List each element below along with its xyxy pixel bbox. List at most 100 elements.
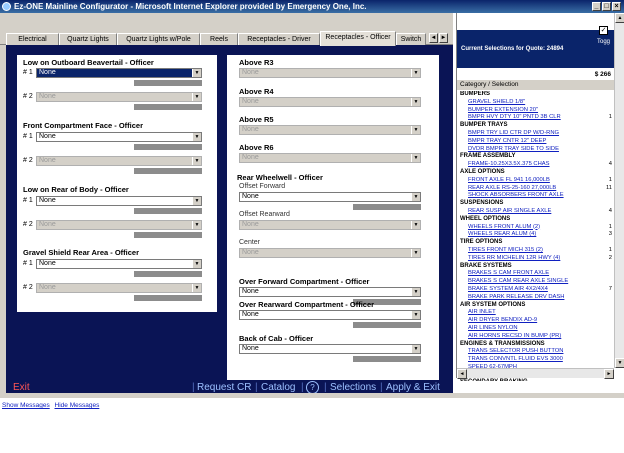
scroll-left-icon[interactable]: ◄ bbox=[457, 369, 467, 379]
select-s2-1[interactable]: None ▼ bbox=[36, 132, 202, 142]
tab-scroll-left-icon[interactable]: ◄ bbox=[429, 33, 438, 43]
price-bar bbox=[134, 144, 202, 150]
price-bar bbox=[353, 322, 421, 328]
close-icon[interactable]: × bbox=[612, 2, 621, 11]
tab-electrical[interactable]: Electrical bbox=[6, 33, 59, 45]
selection-item[interactable]: BRAKE SYSTEM AIR 4X2/4X4 7 bbox=[457, 286, 614, 294]
selection-item[interactable]: AIR INLET bbox=[457, 309, 614, 317]
tab-quartz-lights[interactable]: Quartz Lights bbox=[59, 33, 117, 45]
chevron-down-icon: ▼ bbox=[192, 284, 201, 292]
selection-item[interactable]: TRANS SELECTOR PUSH BUTTON bbox=[457, 348, 614, 356]
category-header: BRAKE SYSTEMS bbox=[460, 262, 512, 269]
select-over-forward[interactable]: None ▼ bbox=[239, 287, 421, 297]
selection-label: REAR SUSP AIR SINGLE AXLE bbox=[468, 207, 552, 214]
selection-item[interactable]: REAR AXLE RS-25-160 27,000LB 11 bbox=[457, 185, 614, 193]
price-bar bbox=[134, 295, 202, 301]
tab-scroll-right-icon[interactable]: ► bbox=[439, 33, 448, 43]
selection-item[interactable]: GRAVEL SHIELD 1/8" bbox=[457, 99, 614, 107]
select-value: None bbox=[242, 193, 259, 200]
chevron-down-icon: ▼ bbox=[411, 311, 420, 319]
select-value: None bbox=[39, 221, 56, 228]
selection-item[interactable]: TIRES RR MICHELIN 12R HWY (4) 2 bbox=[457, 255, 614, 263]
select-center[interactable]: None ▼ bbox=[239, 248, 421, 258]
selection-item[interactable]: BUMPER EXTENSION 20" bbox=[457, 107, 614, 115]
select-value: None bbox=[242, 154, 259, 161]
selection-qty: 2 bbox=[608, 254, 612, 261]
chevron-down-icon: ▼ bbox=[192, 93, 201, 101]
chevron-down-icon: ▼ bbox=[192, 260, 201, 268]
selection-item[interactable]: FRAME-10.25X3.5X.375 CHAS 4 bbox=[457, 161, 614, 169]
hide-messages-link[interactable]: Hide Messages bbox=[55, 402, 100, 409]
select-above-r6[interactable]: None ▼ bbox=[239, 153, 421, 163]
selection-item[interactable]: BMPR HVY DTY 10" PNTD 3B CLR 1 bbox=[457, 114, 614, 122]
select-s1-2[interactable]: None ▼ bbox=[36, 92, 202, 102]
scroll-up-icon[interactable]: ▲ bbox=[615, 13, 624, 23]
select-s4-2[interactable]: None ▼ bbox=[36, 283, 202, 293]
selection-item[interactable]: SHOCK ABSORBERS FRONT AXLE bbox=[457, 192, 614, 200]
selection-item[interactable]: BMPR TRAY CNTR 12" DEEP bbox=[457, 138, 614, 146]
selection-label: WHEELS FRONT ALUM (2) bbox=[468, 223, 541, 230]
select-offset-forward[interactable]: None ▼ bbox=[239, 192, 421, 202]
select-above-r5[interactable]: None ▼ bbox=[239, 125, 421, 135]
section-title: Over Rearward Compartment - Officer bbox=[239, 300, 375, 309]
select-s1-1[interactable]: None ▼ bbox=[36, 68, 202, 78]
selection-qty: 11 bbox=[605, 184, 612, 191]
select-s3-1[interactable]: None ▼ bbox=[36, 196, 202, 206]
tab-reels[interactable]: Reels bbox=[200, 33, 238, 45]
selection-label: GRAVEL SHIELD 1/8" bbox=[468, 98, 526, 105]
minimize-icon[interactable]: _ bbox=[592, 2, 601, 11]
scroll-down-icon[interactable]: ▼ bbox=[615, 358, 624, 368]
toggle-checkbox[interactable]: ✓ bbox=[599, 26, 608, 35]
selection-item[interactable]: WHEELS REAR ALUM (4) 3 bbox=[457, 231, 614, 239]
selection-label: AIR LINES NYLON bbox=[468, 324, 518, 331]
configurator-pane: Electrical Quartz Lights Quartz Lights w… bbox=[0, 13, 453, 395]
selection-item[interactable]: BRAKES S CAM FRONT AXLE bbox=[457, 270, 614, 278]
selection-item[interactable]: FRONT AXLE FL 941 16,000LB 1 bbox=[457, 177, 614, 185]
vertical-scrollbar[interactable]: ▲ ▼ bbox=[614, 13, 624, 368]
selection-item[interactable]: AIR DRYER BENDIX AD-9 bbox=[457, 317, 614, 325]
chevron-down-icon: ▼ bbox=[192, 133, 201, 141]
tab-receptacles-driver[interactable]: Receptacles - Driver bbox=[238, 33, 320, 45]
select-back-of-cab[interactable]: None ▼ bbox=[239, 344, 421, 354]
column-header: Category / Selection bbox=[457, 80, 614, 90]
selection-item[interactable]: TRANS CONVNTL FLUID EVS 3000 bbox=[457, 356, 614, 364]
select-above-r3[interactable]: None ▼ bbox=[239, 68, 421, 78]
chevron-down-icon: ▼ bbox=[411, 288, 420, 296]
show-messages-link[interactable]: Show Messages bbox=[2, 402, 50, 409]
selection-item[interactable]: WHEELS FRONT ALUM (2) 1 bbox=[457, 224, 614, 232]
ie-logo-icon bbox=[2, 2, 11, 11]
selection-item[interactable]: TIRES FRONT MICH 315 (2) 1 bbox=[457, 247, 614, 255]
select-above-r4[interactable]: None ▼ bbox=[239, 97, 421, 107]
selection-item[interactable]: DVDR BMPR TRAY SIDE TO SIDE bbox=[457, 146, 614, 154]
select-s4-1[interactable]: None ▼ bbox=[36, 259, 202, 269]
selection-item[interactable]: AIR LINES NYLON bbox=[457, 325, 614, 333]
selection-label: TRANS CONVNTL FLUID EVS 3000 bbox=[468, 356, 563, 363]
selection-item[interactable]: REAR SUSP AIR SINGLE AXLE 4 bbox=[457, 208, 614, 216]
select-value: None bbox=[242, 249, 259, 256]
select-s2-2[interactable]: None ▼ bbox=[36, 156, 202, 166]
select-offset-rearward[interactable]: None ▼ bbox=[239, 220, 421, 230]
selection-label: AIR HORNS RECSD IN BUMP (PR) bbox=[468, 332, 562, 339]
select-over-rearward[interactable]: None ▼ bbox=[239, 310, 421, 320]
price-bar bbox=[134, 168, 202, 174]
select-s3-2[interactable]: None ▼ bbox=[36, 220, 202, 230]
selection-qty: 1 bbox=[608, 223, 612, 230]
selection-label: REAR AXLE RS-25-160 27,000LB bbox=[468, 184, 557, 191]
selection-item[interactable]: BMPR TRY LID CTR DP W/D-RNG bbox=[457, 130, 614, 138]
selection-item[interactable]: BRAKES S CAM REAR AXLE SINGLE bbox=[457, 278, 614, 286]
maximize-icon[interactable]: □ bbox=[602, 2, 611, 11]
tab-switch[interactable]: Switch bbox=[396, 33, 426, 45]
field-label: Offset Forward bbox=[239, 183, 286, 190]
scroll-right-icon[interactable]: ► bbox=[604, 369, 614, 379]
section-title: Above R4 bbox=[239, 87, 274, 96]
select-value: None bbox=[242, 69, 259, 76]
selection-item[interactable]: BRAKE PARK RELEASE DRV DASH bbox=[457, 294, 614, 302]
selection-label: FRONT AXLE FL 941 16,000LB bbox=[468, 176, 550, 183]
tab-quartz-lights-pole[interactable]: Quartz Lights w/Pole bbox=[117, 33, 200, 45]
selections-pane: Current Selections for Quote: 24894 ✓ To… bbox=[456, 13, 624, 381]
selection-label: AIR INLET bbox=[468, 309, 496, 316]
tab-receptacles-officer[interactable]: Receptacles - Officer bbox=[320, 31, 396, 46]
price-bar bbox=[134, 80, 202, 86]
selection-item[interactable]: AIR HORNS RECSD IN BUMP (PR) bbox=[457, 333, 614, 341]
horizontal-scrollbar[interactable]: ◄ ► bbox=[457, 368, 614, 379]
